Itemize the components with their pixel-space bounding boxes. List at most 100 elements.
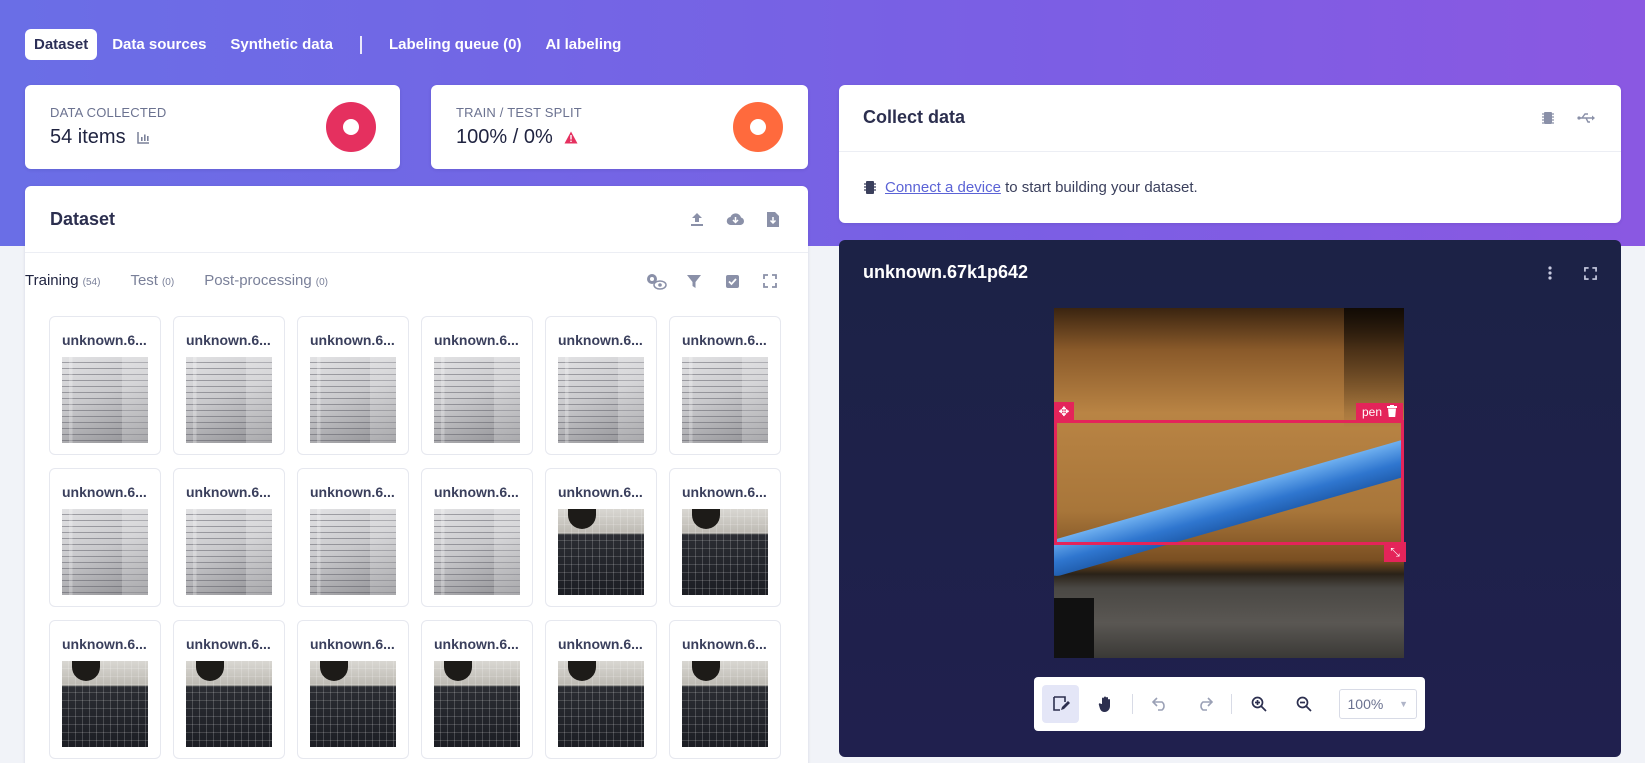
chart-icon[interactable] (136, 130, 152, 146)
sample-name: unknown.6... (558, 636, 643, 652)
viewer-fullscreen-icon[interactable] (1579, 262, 1601, 284)
viewer-actions (1539, 262, 1601, 284)
sample-thumbnail (558, 509, 644, 595)
sample-thumbnail (310, 509, 396, 595)
nav-ai-labeling[interactable]: AI labeling (536, 29, 630, 60)
train-test-split-pie (733, 102, 783, 152)
sample-tile[interactable]: unknown.6... (545, 620, 657, 759)
sample-tile[interactable]: unknown.6... (173, 620, 285, 759)
sample-name: unknown.6... (682, 332, 767, 348)
sample-tile[interactable]: unknown.6... (297, 316, 409, 455)
select-checkbox-icon[interactable] (721, 270, 743, 292)
data-collected-card: DATA COLLECTED 54 items (25, 85, 400, 169)
collect-data-message: Connect a device to start building your … (863, 179, 1198, 196)
sample-name: unknown.6... (186, 332, 271, 348)
warning-icon[interactable] (563, 130, 579, 146)
collect-data-divider (839, 151, 1621, 152)
sample-tile[interactable]: unknown.6... (49, 468, 161, 607)
sample-tile[interactable]: unknown.6... (545, 316, 657, 455)
sample-tile[interactable]: unknown.6... (49, 620, 161, 759)
resize-handle-icon[interactable]: ⤡ (1384, 542, 1406, 562)
tab-training-label: Training (25, 272, 79, 289)
dark-corner (1054, 598, 1094, 658)
bounding-box[interactable] (1054, 420, 1404, 545)
bounding-box-label[interactable]: pen (1356, 403, 1404, 421)
sample-tile[interactable]: unknown.6... (49, 316, 161, 455)
sample-name: unknown.6... (186, 484, 271, 500)
toolbar-divider (1231, 694, 1233, 714)
nav-dataset[interactable]: Dataset (25, 29, 98, 60)
connect-device-link[interactable]: Connect a device (885, 179, 1001, 196)
sample-name: unknown.6... (62, 332, 147, 348)
sample-title: unknown.67k1p642 (863, 262, 1029, 282)
sample-name: unknown.6... (434, 636, 519, 652)
collect-data-actions (1537, 107, 1597, 129)
sample-tile[interactable]: unknown.6... (297, 468, 409, 607)
chip-icon[interactable] (1537, 107, 1559, 129)
sample-thumbnail (62, 661, 148, 747)
sample-thumbnail (682, 357, 768, 443)
sample-name: unknown.6... (682, 636, 767, 652)
sample-thumbnail (310, 661, 396, 747)
tab-test-label: Test (130, 272, 158, 289)
sample-name: unknown.6... (434, 484, 519, 500)
sample-tile[interactable]: unknown.6... (173, 468, 285, 607)
tab-training[interactable]: Training (54) (25, 272, 100, 289)
export-file-icon[interactable] (762, 208, 784, 230)
sample-tile[interactable]: unknown.6... (669, 620, 781, 759)
trash-icon[interactable] (1387, 404, 1398, 420)
tab-training-count: (54) (82, 277, 101, 288)
bbox-label-text: pen (1362, 405, 1383, 419)
nav-labeling-queue[interactable]: Labeling queue (0) (380, 29, 531, 60)
fullscreen-icon[interactable] (759, 270, 781, 292)
nav-synthetic-data[interactable]: Synthetic data (221, 29, 342, 60)
top-navigation: Dataset Data sources Synthetic data Labe… (25, 29, 630, 60)
sample-tile[interactable]: unknown.6... (545, 468, 657, 607)
cloud-download-icon[interactable] (724, 208, 746, 230)
sample-thumbnail (434, 509, 520, 595)
zoom-level-value: 100% (1347, 696, 1384, 712)
zoom-in-icon[interactable] (1240, 685, 1277, 723)
sample-tile[interactable]: unknown.6... (297, 620, 409, 759)
sample-thumbnail (62, 509, 148, 595)
sample-tile[interactable]: unknown.6... (421, 316, 533, 455)
sample-name: unknown.6... (558, 332, 643, 348)
connect-device-text: to start building your dataset. (1000, 179, 1198, 196)
tab-post-processing-count: (0) (315, 277, 328, 288)
zoom-level-select[interactable]: 100% ▼ (1338, 689, 1418, 719)
tab-test[interactable]: Test (0) (130, 272, 174, 289)
annotation-toolbar: 100% ▼ (1034, 677, 1425, 731)
collect-data-title: Collect data (863, 107, 966, 127)
move-handle-icon[interactable]: ✥ (1054, 402, 1074, 422)
tab-test-count: (0) (161, 277, 175, 288)
collect-data-panel: Collect data Connect a device to start b… (839, 85, 1621, 223)
more-options-icon[interactable] (1539, 262, 1561, 284)
train-test-split-value: 100% / 0% (456, 126, 553, 148)
filter-icon[interactable] (683, 270, 705, 292)
sample-thumbnail (434, 357, 520, 443)
settings-eye-icon[interactable] (645, 270, 667, 292)
sample-tile[interactable]: unknown.6... (669, 316, 781, 455)
nav-divider (359, 35, 362, 54)
undo-icon[interactable] (1141, 685, 1178, 723)
chevron-down-icon: ▼ (1399, 699, 1409, 709)
sample-tile[interactable]: unknown.6... (669, 468, 781, 607)
pan-hand-icon[interactable] (1087, 685, 1124, 723)
draw-box-tool-icon[interactable] (1042, 685, 1080, 723)
dataset-tabs: Training (54) Test (0) Post-processing (0) (25, 272, 328, 289)
data-collected-value: 54 items (50, 126, 126, 148)
sample-tile[interactable]: unknown.6... (421, 620, 533, 759)
upload-icon[interactable] (686, 208, 708, 230)
redo-icon[interactable] (1186, 685, 1223, 723)
sample-thumbnail (558, 357, 644, 443)
usb-icon[interactable] (1575, 107, 1597, 129)
zoom-out-icon[interactable] (1285, 685, 1322, 723)
sample-thumbnail (62, 357, 148, 443)
sample-name: unknown.6... (310, 332, 395, 348)
sample-tile[interactable]: unknown.6... (421, 468, 533, 607)
sample-thumbnail (558, 661, 644, 747)
sample-tile[interactable]: unknown.6... (173, 316, 285, 455)
nav-data-sources[interactable]: Data sources (103, 29, 215, 60)
sample-thumbnail (186, 509, 272, 595)
tab-post-processing[interactable]: Post-processing (0) (204, 272, 328, 289)
